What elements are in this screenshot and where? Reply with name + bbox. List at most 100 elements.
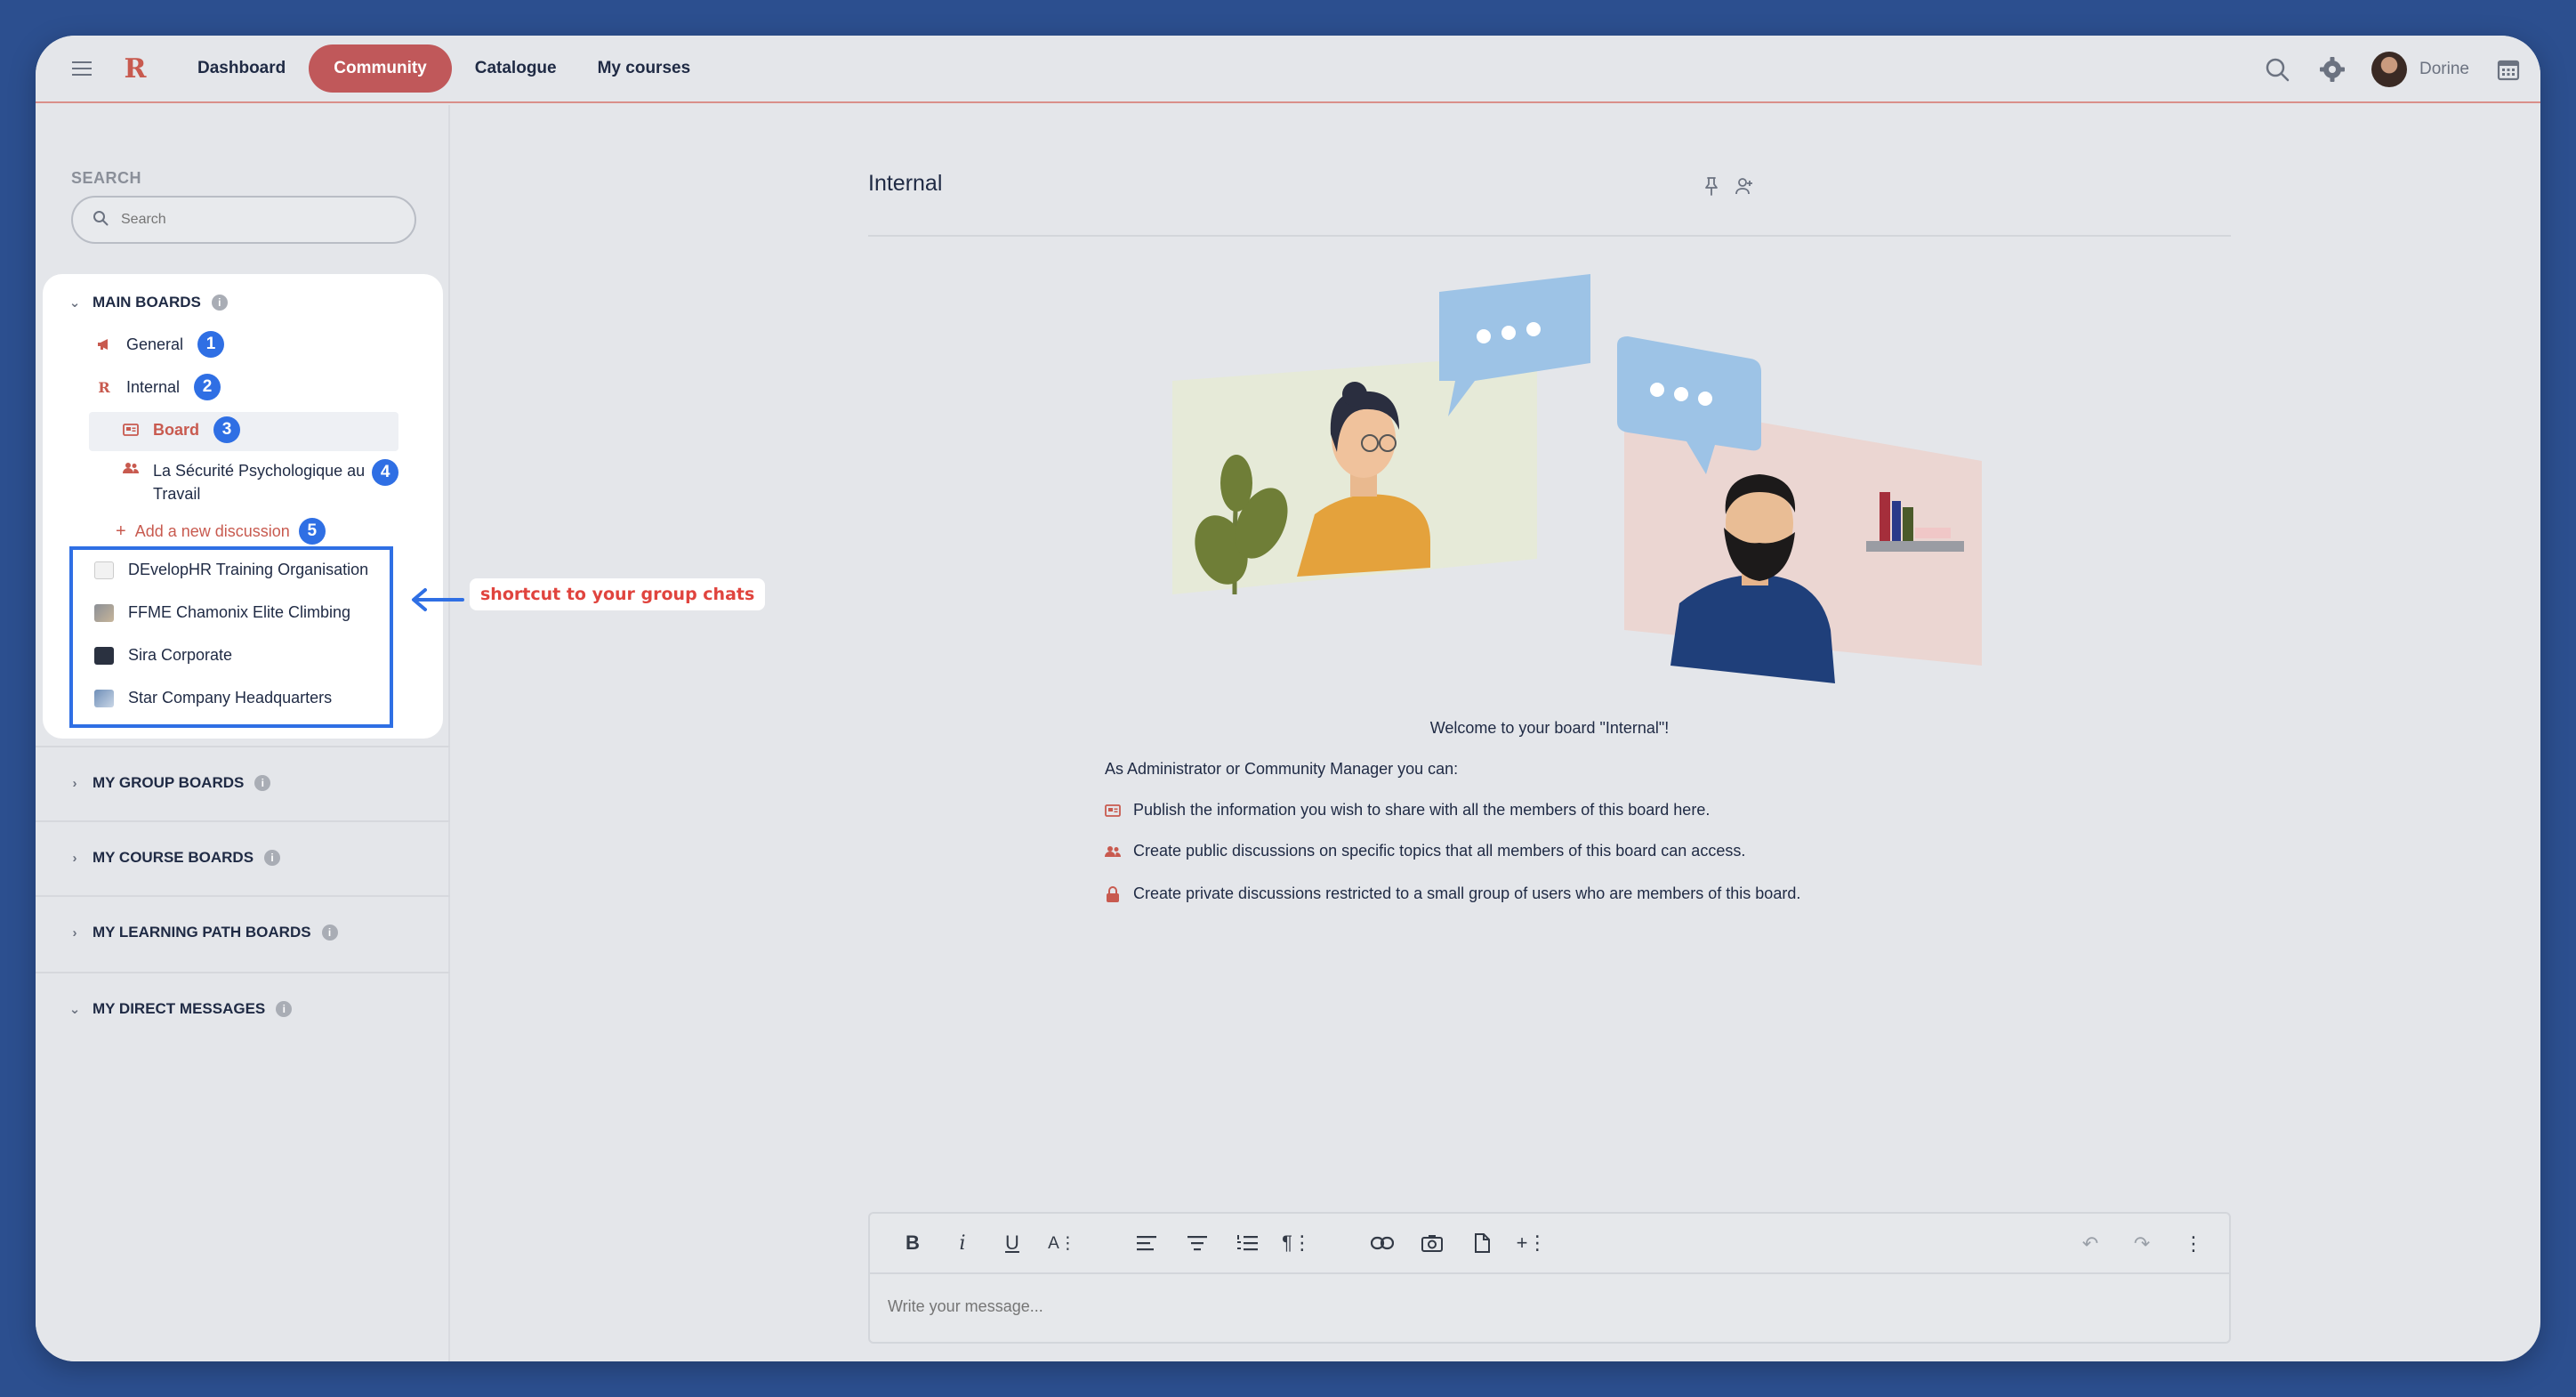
board-item-general[interactable]: General 1: [96, 331, 225, 358]
group-item[interactable]: Sira Corporate: [94, 646, 232, 665]
board-label: General: [126, 335, 184, 353]
step-badge: 4: [372, 459, 399, 486]
sidebar: SEARCH ⌄ MAIN BOARDS i General 1 R Inter…: [36, 105, 450, 1361]
italic-icon[interactable]: i: [945, 1225, 980, 1261]
search-field[interactable]: [71, 196, 416, 244]
chevron-down-icon: ⌄: [68, 295, 81, 311]
section-title: MY DIRECT MESSAGES: [93, 1000, 266, 1017]
main-content: Internal Welcome to your board "Internal…: [452, 105, 2540, 1361]
app-window: R Dashboard Community Catalogue My cours…: [36, 36, 2540, 1361]
undo-icon[interactable]: ↶: [2073, 1226, 2108, 1262]
editor-toolbar: B i U A⋮ ¶⋮ +⋮ ↶ ↷ ⋮: [870, 1214, 2229, 1274]
discussion-item-securite[interactable]: La Sécurité Psychologique au Travail 4: [123, 459, 399, 505]
section-title: MY COURSE BOARDS: [93, 849, 254, 866]
chevron-right-icon: ›: [72, 775, 77, 791]
step-badge: 5: [298, 518, 326, 545]
discussion-label: La Sécurité Psychologique au: [153, 462, 366, 480]
main-boards-header[interactable]: ⌄ MAIN BOARDS i: [68, 294, 228, 311]
info-icon[interactable]: i: [276, 1001, 293, 1017]
group-thumbnail: [94, 561, 114, 579]
paragraph-icon[interactable]: ¶⋮: [1279, 1225, 1315, 1261]
insert-more-icon[interactable]: +⋮: [1514, 1225, 1550, 1261]
section-title: MY GROUP BOARDS: [93, 774, 245, 791]
search-label: SEARCH: [71, 169, 142, 187]
capability-item: Create public discussions on specific to…: [1105, 842, 1745, 860]
info-icon[interactable]: i: [211, 295, 228, 311]
user-menu[interactable]: Dorine: [2371, 52, 2469, 87]
nav-my-courses[interactable]: My courses: [580, 44, 709, 93]
align-left-icon[interactable]: [1130, 1225, 1165, 1261]
section-header-learning-path-boards[interactable]: › MY LEARNING PATH BOARDS i: [68, 924, 338, 941]
title-actions: [1703, 176, 1756, 200]
admin-intro: As Administrator or Community Manager yo…: [1105, 760, 1459, 778]
group-item[interactable]: DEvelopHR Training Organisation: [94, 561, 368, 579]
nav-catalogue[interactable]: Catalogue: [457, 44, 575, 93]
step-badge: 1: [197, 331, 225, 358]
chevron-down-icon: ⌄: [68, 1002, 81, 1017]
group-label: Sira Corporate: [128, 646, 233, 664]
bold-icon[interactable]: B: [895, 1225, 930, 1261]
menu-icon[interactable]: [66, 52, 98, 85]
capability-text: Publish the information you wish to shar…: [1133, 801, 1711, 819]
pin-icon[interactable]: [1703, 176, 1720, 200]
avatar: [2371, 52, 2408, 87]
main-boards-title: MAIN BOARDS: [93, 294, 201, 311]
group-label: DEvelopHR Training Organisation: [128, 561, 369, 578]
welcome-text: Welcome to your board "Internal"!: [1429, 719, 1670, 737]
section-header-group-boards[interactable]: › MY GROUP BOARDS i: [68, 774, 271, 792]
add-discussion-label: Add a new discussion: [134, 521, 290, 540]
camera-icon[interactable]: [1414, 1225, 1450, 1261]
main-nav: Dashboard Community Catalogue My courses: [180, 44, 708, 93]
nav-dashboard[interactable]: Dashboard: [180, 44, 303, 93]
calendar-icon[interactable]: [2492, 53, 2524, 85]
user-name: Dorine: [2419, 60, 2469, 78]
info-icon[interactable]: i: [264, 850, 281, 866]
board-label: Board: [153, 420, 200, 439]
ordered-list-icon[interactable]: [1229, 1225, 1265, 1261]
megaphone-icon: [96, 338, 112, 351]
nav-community[interactable]: Community: [309, 44, 452, 93]
gear-icon[interactable]: [2316, 53, 2348, 85]
group-item[interactable]: FFME Chamonix Elite Climbing: [94, 603, 350, 622]
group-item[interactable]: Star Company Headquarters: [94, 689, 332, 707]
link-icon[interactable]: [1364, 1225, 1400, 1261]
font-size-icon[interactable]: A⋮: [1044, 1225, 1080, 1261]
logo-r-icon: R: [98, 378, 110, 396]
app-logo[interactable]: R: [117, 51, 153, 86]
group-thumbnail: [94, 603, 114, 622]
group-thumbnail: [94, 646, 114, 665]
plus-icon: +: [116, 521, 126, 541]
welcome-illustration: [1172, 274, 1982, 683]
chevron-right-icon: ›: [72, 925, 77, 941]
divider: [36, 746, 450, 747]
board-item-internal[interactable]: R Internal 2: [96, 374, 221, 400]
search-input[interactable]: [121, 212, 388, 228]
users-icon: [1105, 845, 1121, 858]
redo-icon[interactable]: ↷: [2124, 1226, 2160, 1262]
section-header-direct-messages[interactable]: ⌄ MY DIRECT MESSAGES i: [68, 1000, 293, 1018]
more-options-icon[interactable]: ⋮: [2176, 1226, 2211, 1262]
users-icon: [123, 462, 139, 474]
section-header-course-boards[interactable]: › MY COURSE BOARDS i: [68, 849, 281, 867]
underline-icon[interactable]: U: [994, 1225, 1030, 1261]
title-divider: [868, 235, 2231, 237]
file-icon[interactable]: [1464, 1225, 1500, 1261]
members-icon[interactable]: [1735, 176, 1756, 200]
align-center-icon[interactable]: [1179, 1225, 1215, 1261]
capability-item: Create private discussions restricted to…: [1105, 884, 1800, 903]
section-title: MY LEARNING PATH BOARDS: [93, 924, 311, 941]
lock-icon: [1105, 885, 1121, 902]
group-label: FFME Chamonix Elite Climbing: [128, 603, 351, 621]
add-discussion-link[interactable]: + Add a new discussion 5: [116, 518, 326, 545]
step-badge: 3: [213, 416, 241, 443]
search-icon[interactable]: [2261, 53, 2293, 85]
board-item-board[interactable]: Board 3: [123, 416, 241, 443]
message-input[interactable]: [888, 1288, 2204, 1324]
info-icon[interactable]: i: [254, 775, 271, 791]
board-icon: [1105, 803, 1121, 817]
group-label: Star Company Headquarters: [128, 689, 333, 707]
step-badge: 2: [194, 374, 221, 400]
capability-item: Publish the information you wish to shar…: [1105, 801, 1710, 820]
info-icon[interactable]: i: [321, 925, 338, 941]
capability-text: Create private discussions restricted to…: [1133, 884, 1801, 902]
